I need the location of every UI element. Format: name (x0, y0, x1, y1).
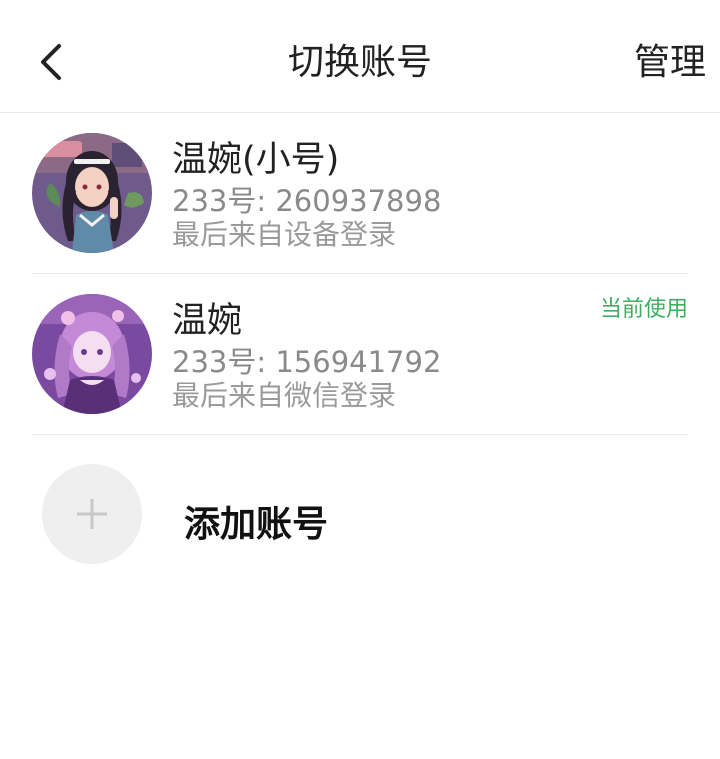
current-account-badge: 当前使用 (599, 297, 688, 322)
account-login-source: 最后来自设备登录 (172, 218, 397, 251)
account-id: 233号: 260937898 (172, 184, 442, 218)
manage-button[interactable]: 管理 (634, 38, 706, 88)
avatar-image (32, 133, 152, 253)
add-account-label: 添加账号 (184, 504, 329, 545)
avatar-image (32, 294, 152, 414)
account-name: 温婉 (172, 301, 243, 341)
account-item-1[interactable]: 温婉(小号) 233号: 260937898 最后来自设备登录 (32, 113, 688, 274)
avatar (32, 133, 152, 253)
add-account-circle (42, 464, 142, 564)
account-login-source: 最后来自微信登录 (172, 379, 397, 412)
top-bar: 切换账号 管理 (0, 0, 720, 113)
account-name: 温婉(小号) (172, 140, 340, 180)
page-title: 切换账号 (287, 42, 432, 83)
account-id: 233号: 156941792 (172, 345, 442, 379)
avatar (32, 294, 152, 414)
account-item-2[interactable]: 温婉 233号: 156941792 最后来自微信登录 当前使用 (32, 274, 688, 435)
add-account-button[interactable]: 添加账号 (32, 452, 688, 576)
plus-icon (77, 499, 107, 529)
